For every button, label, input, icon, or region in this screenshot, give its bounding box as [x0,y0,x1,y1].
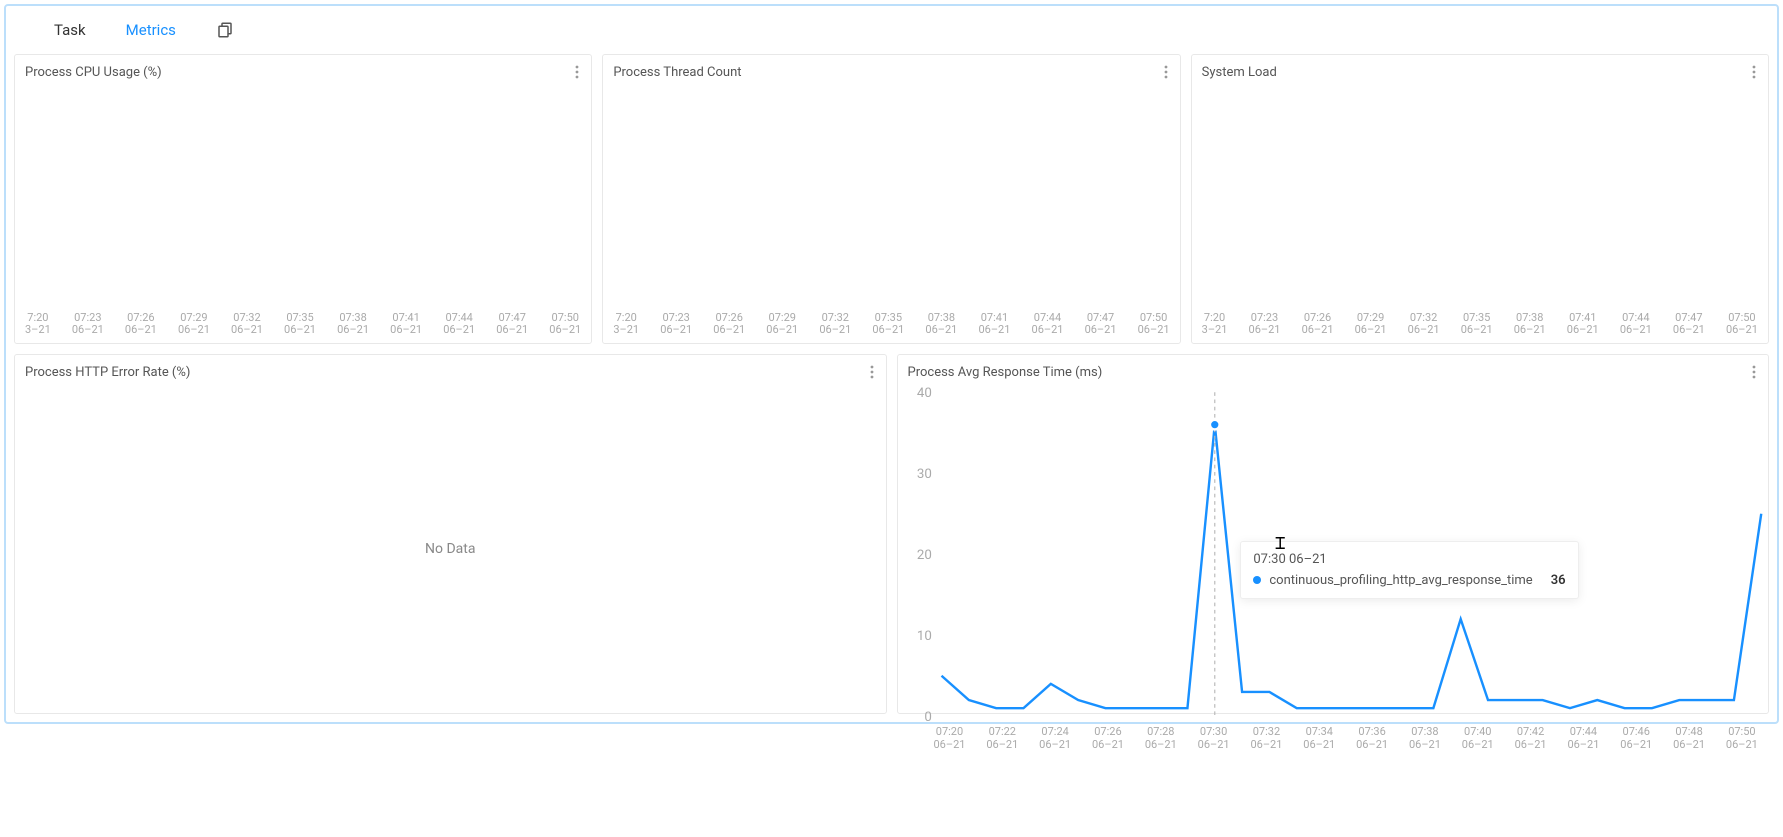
axis-tick: 7:203–21 [613,312,639,337]
axis-tick: 07:3506–21 [1461,312,1493,337]
axis-tick: 07:3606–21 [1356,726,1388,751]
more-icon[interactable] [1750,363,1758,381]
axis-tick: 07:3206–21 [1408,312,1440,337]
axis-tick: 07:2306–21 [72,312,104,337]
axis-tick: 07:2306–21 [1249,312,1281,337]
axis-tick: 07:2606–21 [713,312,745,337]
axis-tick: 07:2906–21 [1355,312,1387,337]
axis-tick: 07:4106–21 [978,312,1010,337]
svg-text:40: 40 [916,386,931,401]
xaxis-load: 7:203–21 07:2306–21 07:2606–21 07:2906–21 07… [1202,312,1758,337]
axis-tick: 07:4806–21 [1673,726,1705,751]
svg-text:20: 20 [916,548,931,563]
panel-title: Process Thread Count [613,65,741,80]
xaxis-thread: 7:203–21 07:2306–21 07:2606–21 07:2906–21 07… [613,312,1169,337]
axis-tick: 07:4606–21 [1620,726,1652,751]
axis-tick: 07:2906–21 [178,312,210,337]
axis-tick: 07:2906–21 [766,312,798,337]
tab-bar: Task Metrics [14,6,1769,54]
axis-tick: 07:4706–21 [1673,312,1705,337]
more-icon[interactable] [1750,63,1758,81]
axis-tick: 07:5006–21 [549,312,581,337]
svg-text:0: 0 [924,710,931,723]
axis-tick: 07:3206–21 [819,312,851,337]
axis-tick: 07:3806–21 [925,312,957,337]
axis-tick: 7:203–21 [25,312,51,337]
axis-tick: 07:4706–21 [1085,312,1117,337]
axis-tick: 07:4206–21 [1515,726,1547,751]
panel-load: System Load 7:203–21 07:2306–21 07:2606–21… [1191,54,1769,344]
tooltip-metric: continuous_profiling_http_avg_response_t… [1269,573,1532,588]
axis-tick: 07:3506–21 [872,312,904,337]
axis-tick: 07:4106–21 [1567,312,1599,337]
axis-tick: 07:4006–21 [1462,726,1494,751]
no-data-label: No Data [15,385,886,713]
panel-title: Process HTTP Error Rate (%) [25,365,190,380]
axis-tick: 07:3506–21 [284,312,316,337]
series-dot-icon [1253,576,1261,584]
axis-tick: 07:4406–21 [1032,312,1064,337]
axis-tick: 07:4706–21 [496,312,528,337]
panel-cpu: Process CPU Usage (%) 7:203–21 07:2306–21… [14,54,592,344]
axis-tick: 07:3806–21 [1409,726,1441,751]
axis-tick: 07:2606–21 [125,312,157,337]
svg-text:10: 10 [916,629,931,644]
axis-tick: 07:2306–21 [660,312,692,337]
svg-text:30: 30 [916,467,931,482]
tooltip-time: 07:30 06–21 [1253,552,1565,567]
axis-tick: 07:2406–21 [1039,726,1071,751]
axis-tick: 07:2206–21 [986,726,1018,751]
panel-thread: Process Thread Count 7:203–21 07:2306–21 0… [602,54,1180,344]
axis-tick: 07:5006–21 [1726,726,1758,751]
axis-tick: 07:4406–21 [443,312,475,337]
panel-response-time: Process Avg Response Time (ms) 010203040… [897,354,1770,714]
tooltip-value: 36 [1551,573,1566,588]
axis-tick: 07:5006–21 [1726,312,1758,337]
axis-tick: 07:3806–21 [337,312,369,337]
axis-tick: 07:2606–21 [1302,312,1334,337]
tab-task[interactable]: Task [54,21,86,39]
axis-tick: 07:3406–21 [1303,726,1335,751]
more-icon[interactable] [868,363,876,381]
panel-title: Process Avg Response Time (ms) [908,365,1103,380]
response-time-chart[interactable]: 0 10 20 30 40 07:30 06–21 continuous_profiling… [898,385,1769,724]
axis-tick: 07:3206–21 [1250,726,1282,751]
tab-metrics[interactable]: Metrics [126,21,176,39]
axis-tick: 07:4406–21 [1567,726,1599,751]
more-icon[interactable] [573,63,581,81]
axis-tick: 7:203–21 [1202,312,1228,337]
axis-tick: 07:3006–21 [1198,726,1230,751]
copy-icon[interactable] [216,21,234,39]
axis-tick: 07:5006–21 [1138,312,1170,337]
axis-tick: 07:4106–21 [390,312,422,337]
more-icon[interactable] [1162,63,1170,81]
axis-tick: 07:3206–21 [231,312,263,337]
panel-title: System Load [1202,65,1277,80]
chart-tooltip: 07:30 06–21 continuous_profiling_http_avg… [1240,541,1578,599]
axis-tick: 07:2806–21 [1145,726,1177,751]
panel-title: Process CPU Usage (%) [25,65,162,80]
axis-tick: 07:3806–21 [1514,312,1546,337]
axis-tick: 07:2606–21 [1092,726,1124,751]
axis-tick: 07:4406–21 [1620,312,1652,337]
panel-http-error: Process HTTP Error Rate (%) No Data [14,354,887,714]
xaxis-cpu: 7:203–21 07:2306–21 07:2606–21 07:2906–21 07… [25,312,581,337]
xaxis-response: 07:2006–21 07:2206–21 07:2406–21 07:2606–21… [934,726,1759,751]
axis-tick: 07:2006–21 [934,726,966,751]
